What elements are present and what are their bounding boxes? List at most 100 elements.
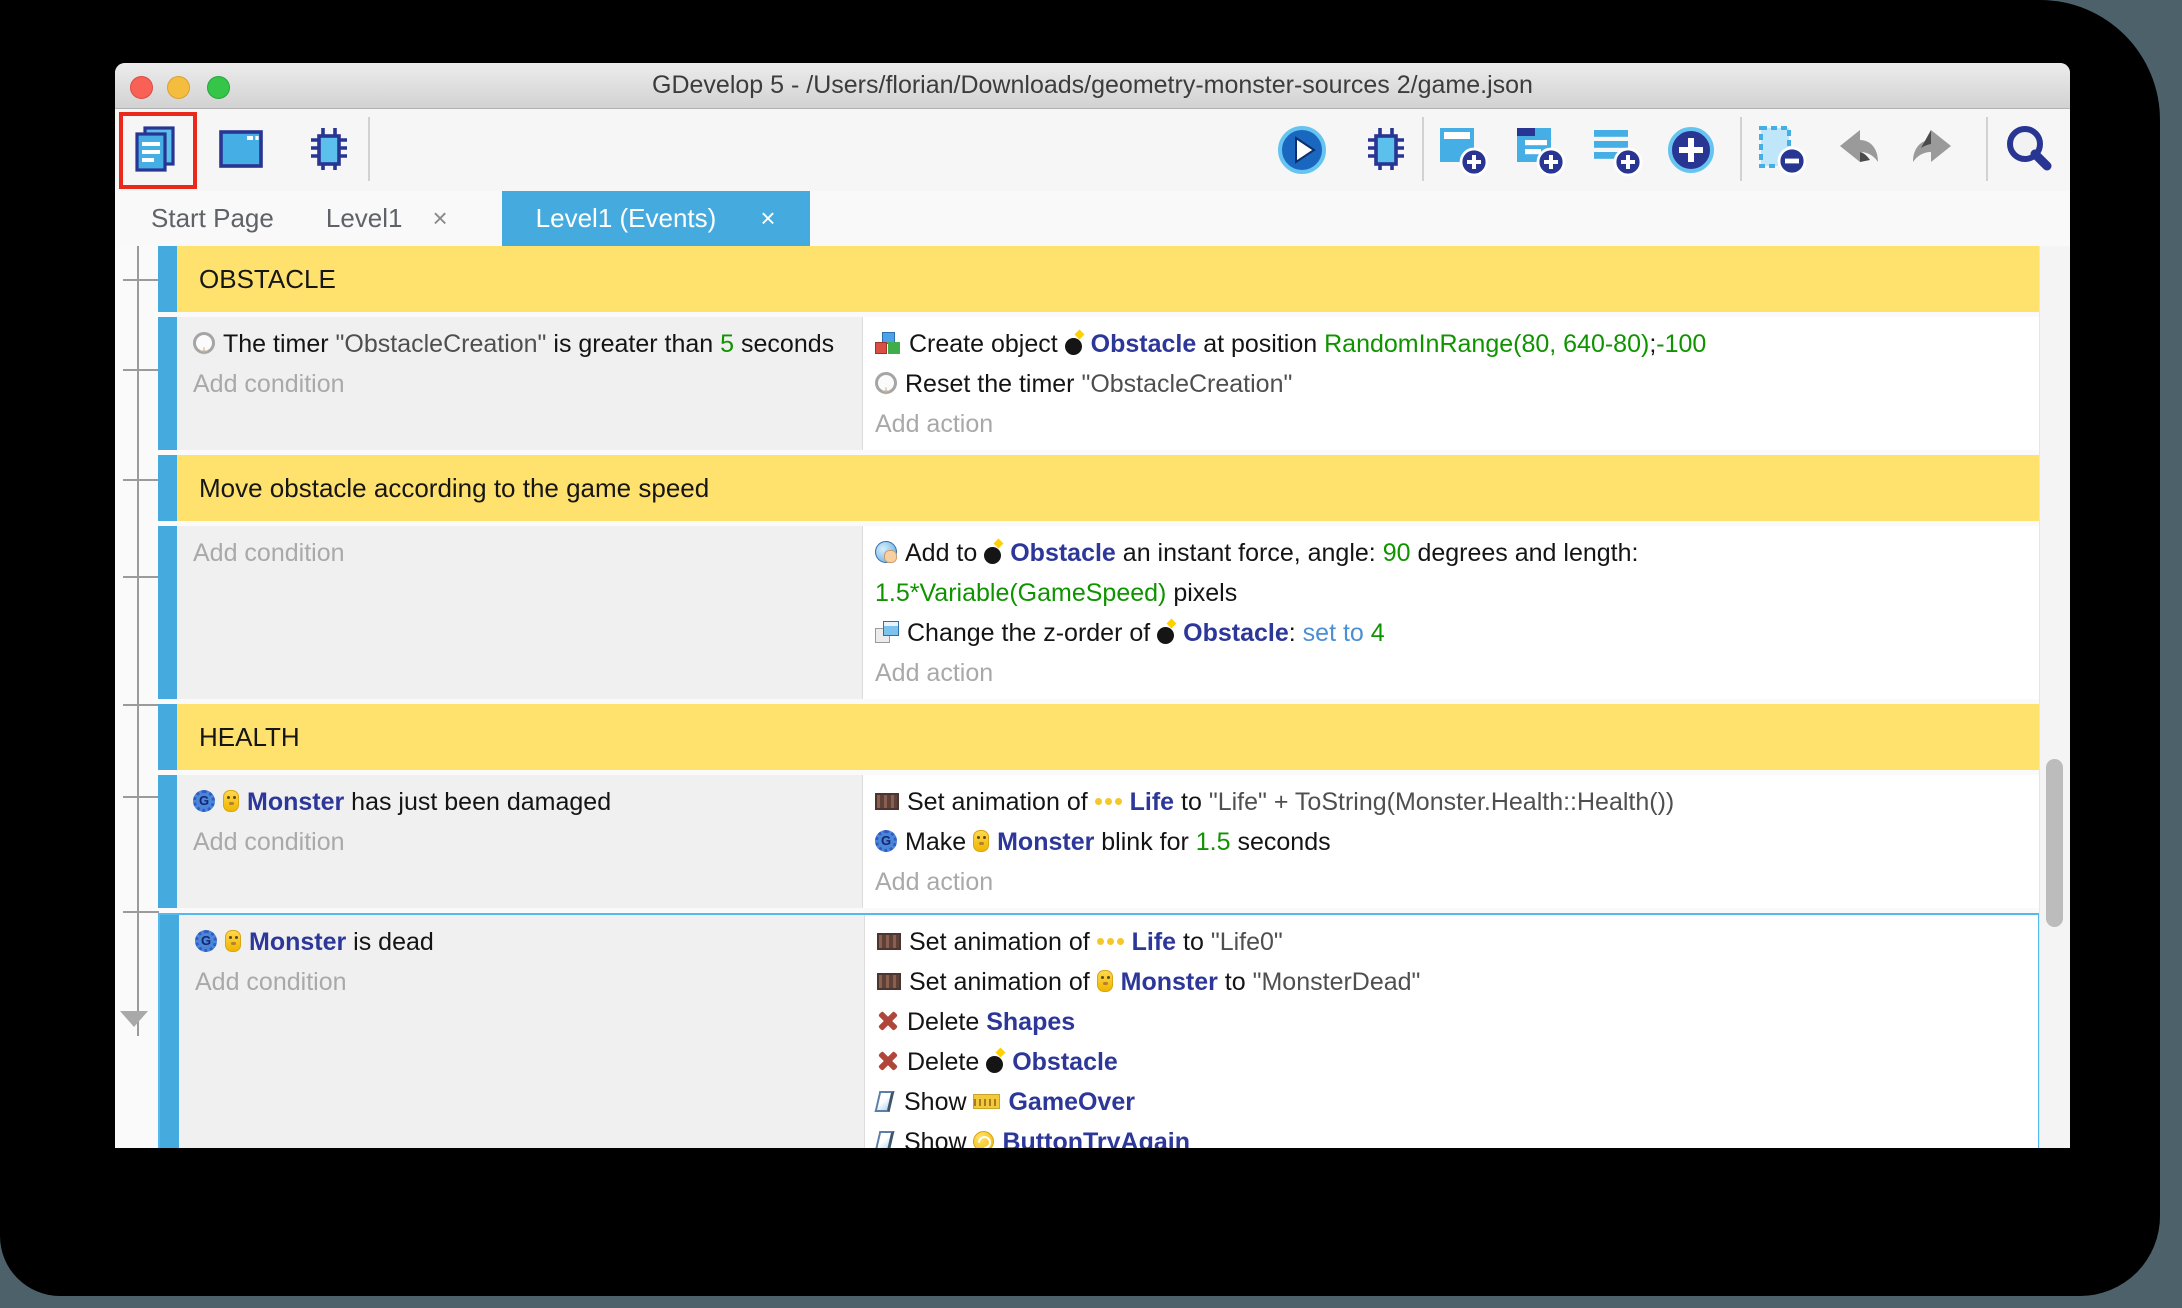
behavior-gear-icon — [195, 930, 217, 953]
actions-column[interactable]: Set animation of Life to "Life" + ToStri… — [862, 775, 2040, 908]
project-manager-icon[interactable] — [129, 122, 185, 178]
delete-x-icon — [877, 1010, 899, 1032]
action-line[interactable]: Reset the timer "ObstacleCreation" — [875, 364, 2032, 412]
event-group-header[interactable]: Move obstacle according to the game spee… — [158, 455, 2040, 521]
event-rows: OBSTACLE The timer "ObstacleCreation" is … — [158, 246, 2040, 1148]
condition-line[interactable]: The timer "ObstacleCreation" is greater … — [193, 324, 848, 372]
event-handle-bar — [158, 775, 177, 908]
scroll-down-arrow[interactable] — [120, 1011, 148, 1027]
text-segment: Monster — [249, 928, 347, 956]
animation-icon — [877, 932, 901, 950]
action-line[interactable]: Show GameOver — [874, 1082, 2030, 1122]
window-title: GDevelop 5 - /Users/florian/Downloads/ge… — [652, 71, 1533, 99]
event-tree-tick — [123, 796, 159, 798]
add-condition-placeholder[interactable]: Add condition — [193, 822, 848, 862]
actions-column[interactable]: Create object Obstacle at position Rando… — [862, 317, 2040, 450]
add-sub-event-icon[interactable] — [1511, 122, 1567, 178]
text-segment: -100 — [1656, 330, 1707, 358]
text-segment: The timer — [223, 330, 336, 358]
gameover-icon — [973, 1093, 1001, 1109]
event-tree-tick — [123, 279, 159, 281]
text-segment: has just been damaged — [344, 788, 612, 816]
text-segment: is dead — [346, 928, 434, 956]
conditions-column[interactable]: The timer "ObstacleCreation" is greater … — [177, 317, 862, 450]
debug-icon[interactable] — [1358, 122, 1414, 178]
action-line[interactable]: Add to Obstacle an instant force, angle:… — [875, 533, 2032, 573]
add-condition-placeholder[interactable]: Add condition — [193, 364, 848, 404]
event-row-selected[interactable]: Monster is dead Add condition Set animatio… — [158, 913, 2040, 1148]
add-comment-icon[interactable] — [1588, 122, 1644, 178]
debugger-icon[interactable] — [301, 122, 357, 178]
add-event-icon[interactable] — [1434, 122, 1490, 178]
text-segment: 4 — [1370, 619, 1385, 647]
conditions-column[interactable]: Add condition — [177, 526, 862, 699]
event-tree-tick — [123, 369, 159, 371]
action-line[interactable]: Delete Shapes — [877, 1002, 2030, 1042]
bomb-icon — [984, 540, 1002, 565]
delete-selection-icon[interactable] — [1753, 122, 1809, 178]
scene-editor-icon[interactable] — [215, 122, 271, 178]
add-action-placeholder[interactable]: Add action — [875, 653, 2032, 693]
conditions-column[interactable]: Monster has just been damaged Add conditi… — [177, 775, 862, 908]
event-row[interactable]: The timer "ObstacleCreation" is greater … — [158, 317, 2040, 450]
add-condition-placeholder[interactable]: Add condition — [195, 962, 850, 1002]
redo-icon[interactable] — [1903, 122, 1959, 178]
text-segment: Set animation of — [909, 928, 1097, 956]
tab-level1-events-[interactable]: Level1 (Events) × — [501, 191, 810, 246]
action-line[interactable]: Create object Obstacle at position Rando… — [875, 324, 2032, 364]
tab-close-icon[interactable]: × — [432, 203, 447, 234]
conditions-column[interactable]: Monster is dead Add condition — [179, 915, 864, 1148]
event-tree-tick — [123, 704, 159, 706]
show-icon — [874, 1130, 895, 1148]
text-segment: Life — [1131, 928, 1177, 956]
scrollbar-thumb[interactable] — [2046, 759, 2063, 927]
text-segment: Add condition — [193, 828, 345, 856]
text-segment: to — [1174, 788, 1209, 816]
add-action-placeholder[interactable]: Add action — [875, 404, 2032, 444]
tab-start-page[interactable]: Start Page — [125, 191, 300, 246]
action-line[interactable]: Set animation of Life to "Life0" — [877, 922, 2030, 962]
tab-label: Start Page — [151, 203, 274, 233]
toolbar-separator — [1986, 117, 1988, 181]
group-label: HEALTH — [177, 704, 2040, 770]
event-group-header[interactable]: OBSTACLE — [158, 246, 2040, 312]
text-segment: "Life" + ToString(Monster.Health::Health… — [1208, 788, 1675, 816]
event-row[interactable]: Add condition Add to Obstacle an instant … — [158, 526, 2040, 699]
event-row[interactable]: Monster has just been damaged Add conditi… — [158, 775, 2040, 908]
condition-line[interactable]: Monster is dead — [195, 922, 850, 962]
text-segment: Add to — [905, 539, 985, 567]
add-action-placeholder[interactable]: Add action — [875, 862, 2032, 902]
text-segment: Shapes — [986, 1008, 1076, 1036]
life-dots-icon — [1094, 796, 1122, 806]
tab-close-icon[interactable]: × — [760, 203, 775, 234]
actions-column[interactable]: Add to Obstacle an instant force, angle:… — [862, 526, 2040, 699]
action-line[interactable]: Make Monster blink for 1.5 seconds — [875, 822, 2032, 862]
add-circle-icon[interactable] — [1663, 122, 1719, 178]
action-line[interactable]: 1.5*Variable(GameSpeed) pixels — [875, 573, 2032, 613]
action-line[interactable]: Set animation of Monster to "MonsterDead… — [877, 962, 2030, 1002]
text-segment: "ObstacleCreation" — [335, 330, 547, 358]
play-icon[interactable] — [1274, 122, 1330, 178]
text-segment: Add action — [875, 410, 994, 438]
condition-line[interactable]: Monster has just been damaged — [193, 782, 848, 822]
action-line[interactable]: Delete Obstacle — [877, 1042, 2030, 1082]
create-object-icon — [875, 332, 901, 355]
tab-level1[interactable]: Level1 × — [300, 191, 474, 246]
undo-icon[interactable] — [1832, 122, 1888, 178]
add-condition-placeholder[interactable]: Add condition — [193, 533, 848, 573]
actions-column[interactable]: Set animation of Life to "Life0" Set anim… — [864, 915, 2038, 1148]
scrollbar-track[interactable] — [2039, 246, 2070, 1148]
text-segment: an instant force, angle: — [1115, 539, 1383, 567]
action-line[interactable]: Show ButtonTryAgain — [874, 1122, 2030, 1148]
text-segment: 1.5*Variable(GameSpeed) — [875, 579, 1167, 607]
event-tree-tick — [123, 576, 159, 578]
event-group-header[interactable]: HEALTH — [158, 704, 2040, 770]
event-handle-bar — [158, 526, 177, 699]
text-segment: pixels — [1166, 579, 1238, 607]
action-line[interactable]: Set animation of Life to "Life" + ToStri… — [875, 782, 2032, 822]
action-line[interactable]: Change the z-order of Obstacle: set to 4 — [875, 613, 2032, 653]
text-segment — [1364, 619, 1371, 647]
event-handle-bar — [158, 246, 177, 312]
search-icon[interactable] — [2001, 122, 2057, 178]
monster-icon — [223, 790, 239, 813]
